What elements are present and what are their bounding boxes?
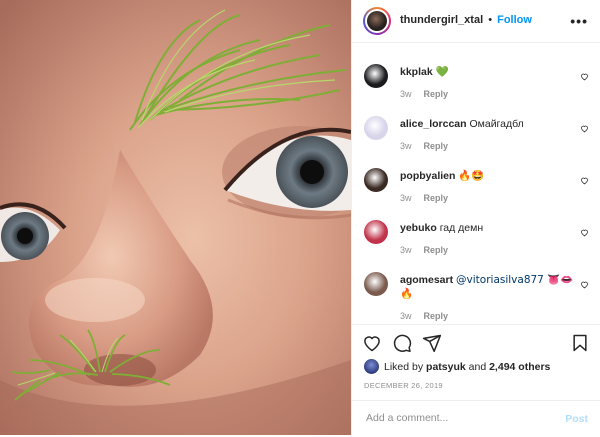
likes-count[interactable]: 2,494 others (489, 361, 550, 373)
comment-username[interactable]: alice_lorccan (400, 118, 467, 130)
avatar-photo (367, 11, 387, 31)
comment-username[interactable]: yebuko (400, 222, 437, 234)
comment-username[interactable]: popbyalien (400, 170, 455, 182)
comment-avatar[interactable] (364, 64, 388, 88)
heart-icon[interactable] (580, 176, 589, 185)
post-actions: Liked by patsyuk and 2,494 others DECEMB… (352, 324, 600, 436)
likes-prefix: Liked by (384, 361, 424, 373)
add-comment-bar: Post (352, 400, 600, 437)
comment-text: 🔥🤩 (458, 170, 485, 182)
post-comment-button[interactable]: Post (565, 413, 588, 425)
follow-button[interactable]: Follow (497, 14, 532, 26)
post-photo[interactable] (0, 0, 351, 435)
heart-icon[interactable] (580, 72, 589, 81)
comment-meta: 3w Reply (400, 311, 448, 321)
comment-username[interactable]: kkplak (400, 66, 433, 78)
comment-text-line: popbyalien 🔥🤩 (400, 169, 578, 183)
reply-button[interactable]: Reply (424, 311, 449, 321)
comment-time[interactable]: 3w (400, 311, 412, 321)
comment-text: Омайгадбл (469, 118, 524, 130)
comment-input[interactable] (364, 411, 548, 425)
comment-meta: 3w Reply (400, 141, 448, 151)
liker-username[interactable]: patsyuk (426, 361, 466, 373)
comment-text: гад демн (439, 222, 484, 234)
author-header-line: thundergirl_xtal • Follow (400, 14, 532, 26)
comment-meta: 3w Reply (400, 245, 448, 255)
author-avatar[interactable] (363, 7, 391, 35)
comment-text-line: alice_lorccan Омайгадбл (400, 117, 578, 131)
comment-meta: 3w Reply (400, 89, 448, 99)
liker-avatar[interactable] (364, 359, 379, 374)
comment-avatar[interactable] (364, 220, 388, 244)
comments-list: kkplak 💚 3w Reply alice_lorccan Омайгадбл… (352, 43, 600, 323)
comment-time[interactable]: 3w (400, 89, 412, 99)
likes-text: Liked by patsyuk and 2,494 others (384, 361, 550, 373)
comment-text-line: kkplak 💚 (400, 65, 578, 79)
bookmark-icon[interactable] (570, 333, 590, 353)
post-dialog: thundergirl_xtal • Follow ••• kkplak 💚 3… (0, 0, 600, 435)
reply-button[interactable]: Reply (424, 193, 449, 203)
reply-button[interactable]: Reply (424, 141, 449, 151)
comment-avatar[interactable] (364, 272, 388, 296)
post-sidebar: thundergirl_xtal • Follow ••• kkplak 💚 3… (351, 0, 600, 435)
header-separator: • (488, 14, 493, 26)
comment-avatar[interactable] (364, 116, 388, 140)
comment-time[interactable]: 3w (400, 141, 412, 151)
comment-icon[interactable] (392, 333, 412, 353)
reply-button[interactable]: Reply (424, 89, 449, 99)
comment-time[interactable]: 3w (400, 245, 412, 255)
avatar-ring-inner (365, 9, 389, 33)
heart-icon[interactable] (580, 228, 589, 237)
reply-button[interactable]: Reply (424, 245, 449, 255)
comment-meta: 3w Reply (400, 193, 448, 203)
heart-icon[interactable] (580, 124, 589, 133)
comment-username[interactable]: agomesart (400, 274, 453, 286)
comment-text-line: agomesart @vitoriasilva877 👅👄🔥 (400, 273, 578, 301)
author-username[interactable]: thundergirl_xtal (400, 14, 483, 26)
comment-text: 💚 (435, 66, 449, 78)
heart-icon[interactable] (580, 280, 589, 289)
paper-plane-icon[interactable] (422, 333, 442, 353)
comment-text-line: yebuko гад демн (400, 221, 578, 235)
post-header: thundergirl_xtal • Follow ••• (352, 0, 600, 43)
likes-conjunction: and (468, 361, 487, 373)
comment-avatar[interactable] (364, 168, 388, 192)
comment-time[interactable]: 3w (400, 193, 412, 203)
post-date[interactable]: DECEMBER 26, 2019 (364, 381, 443, 390)
more-options-icon[interactable]: ••• (570, 13, 588, 29)
post-photo-image (0, 0, 351, 435)
heart-icon[interactable] (362, 333, 382, 353)
